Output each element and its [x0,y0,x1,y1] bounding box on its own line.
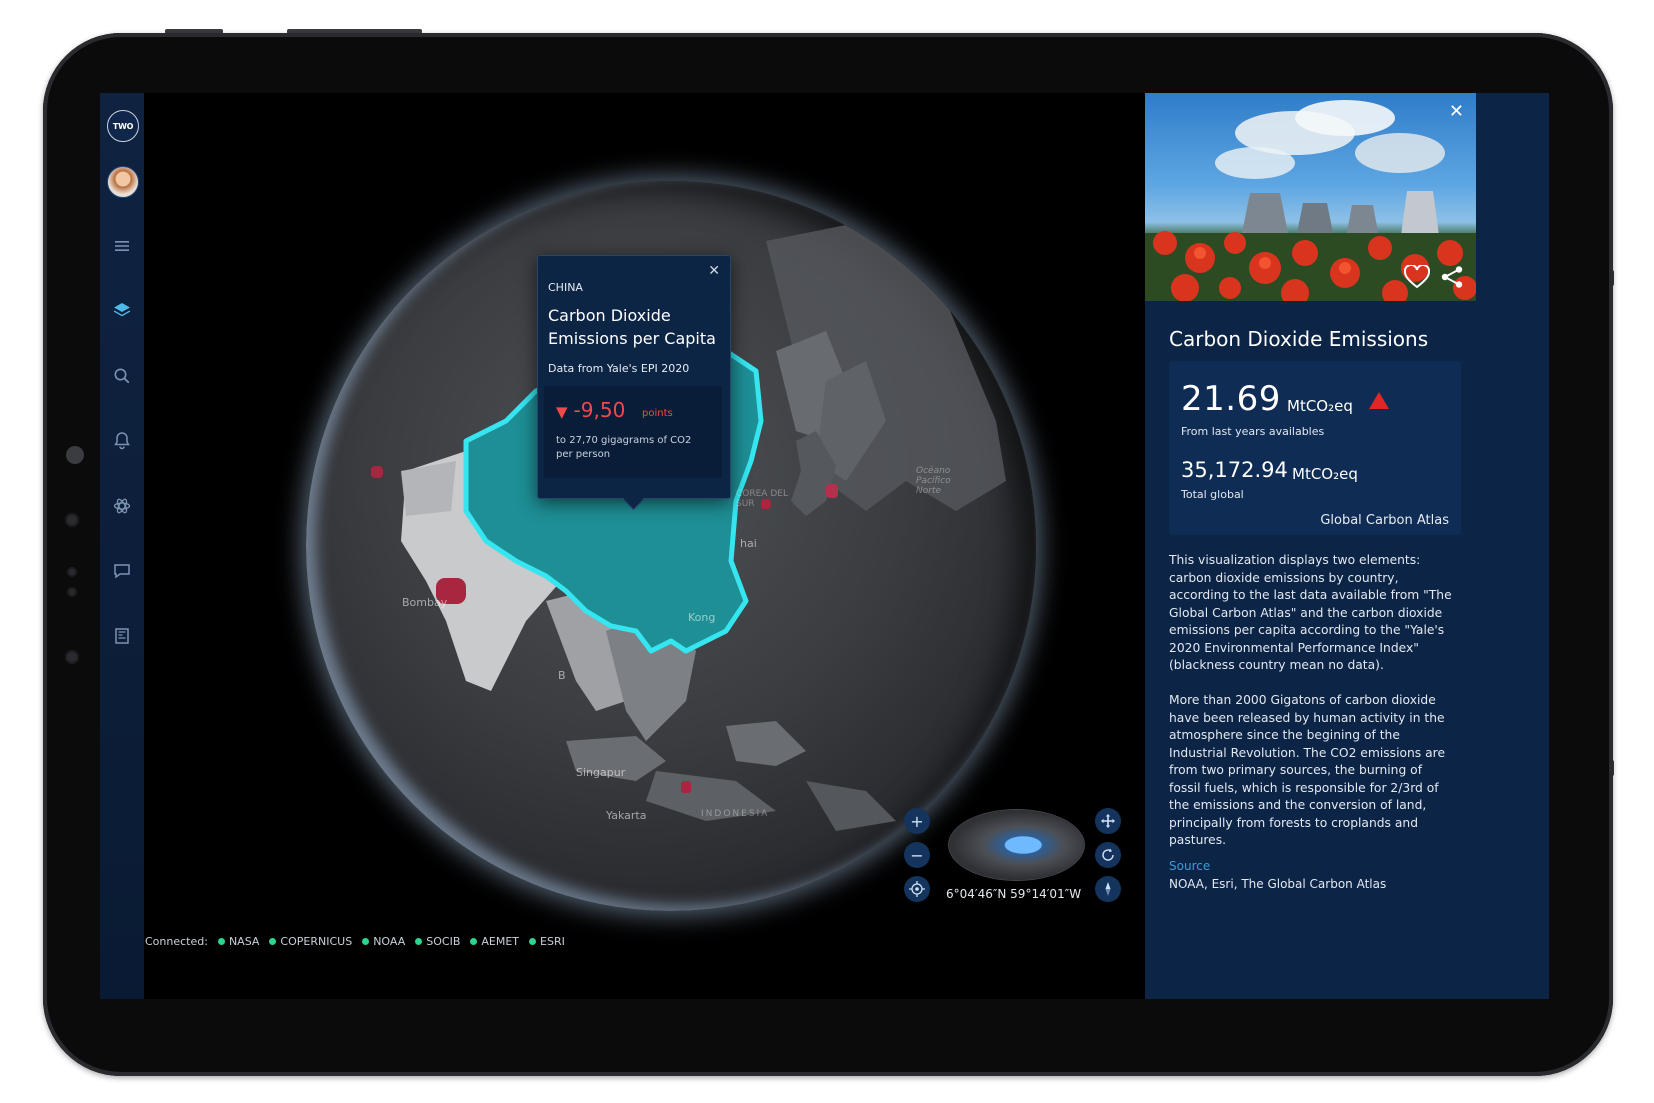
place-label: Yakarta [606,809,647,822]
main-unit: MtCO₂eq [1287,397,1353,415]
source-item: NOAA [362,935,405,948]
notifications-button[interactable] [107,425,137,455]
popup-title: Carbon Dioxide Emissions per Capita [548,306,716,348]
popup-country: CHINA [548,281,583,294]
source-item: ESRI [529,935,565,948]
total-value: 35,172.94 [1181,458,1288,482]
chat-button[interactable] [107,556,137,586]
atom-icon [113,498,131,514]
source-name: COPERNICUS [280,935,353,948]
search-icon [114,368,130,384]
increase-triangle-icon [1369,392,1389,409]
connected-sources: Connected: NASA COPERNICUS NOAA SOCIB AE… [145,935,565,948]
status-dot [470,938,478,945]
chat-icon [114,564,130,579]
source-name: SOCIB [426,935,461,948]
source-name: NOAA [373,935,406,948]
zoom-in-button[interactable]: + [904,808,930,834]
tablet-frame: TWO Bombay B Kong hai COREA DEL SUR Sing… [43,33,1613,1076]
status-dot [529,938,537,945]
nav-rail: TWO [100,93,144,999]
place-label: Singapur [576,766,626,779]
layers-icon [113,303,131,317]
search-button[interactable] [107,361,137,391]
popup-source: Data from Yale's EPI 2020 [548,362,690,375]
place-label: Bombay [402,596,448,609]
down-arrow-icon: ▼ [556,403,568,421]
logo-text: TWO [112,121,134,131]
stats-source: Global Carbon Atlas [1320,513,1449,528]
place-label: COREA DEL SUR [736,489,788,509]
source-name: ESRI [540,935,565,948]
main-value-label: From last years availables [1181,425,1325,438]
status-dot [362,938,370,945]
coordinates-readout: 6°04′46″N 59°14′01″W [946,887,1082,901]
avatar[interactable] [107,166,139,198]
popup-delta-value: -9,50 [573,398,626,422]
info-panel-content: ✕ Carbon Dioxide Emissions 21.69 MtCO₂eq… [1145,93,1476,999]
place-label: Kong [688,611,716,624]
rotate-button[interactable] [1095,842,1121,868]
menu-icon [115,241,129,251]
description-paragraph: This visualization displays two elements… [1169,553,1452,672]
menu-button[interactable] [107,231,137,261]
source-item: SOCIB [415,935,460,948]
close-icon[interactable]: ✕ [1449,101,1464,122]
source-name: NASA [228,935,260,948]
popup-delta-unit: points [642,408,673,419]
main-value: 21.69 [1181,379,1281,419]
share-icon[interactable] [1440,265,1464,289]
source-item: NASA [217,935,260,948]
bell-icon [114,432,130,450]
description-paragraph: More than 2000 Gigatons of carbon dioxid… [1169,693,1446,847]
cover-photo: ✕ [1145,93,1476,301]
news-button[interactable] [107,621,137,651]
panel-title: Carbon Dioxide Emissions [1169,327,1429,351]
map-view[interactable]: Bombay B Kong hai COREA DEL SUR Singapur… [144,93,1145,999]
locate-icon [909,881,925,897]
layers-button[interactable] [107,295,137,325]
country-popup: ✕ CHINA Carbon Dioxide Emissions per Cap… [537,255,731,499]
place-label: Océano Pacífico Norte [916,466,951,496]
source-item: COPERNICUS [269,935,352,948]
sensor [65,513,79,527]
popup-description: to 27,70 gigagrams of CO2 per person [556,435,692,460]
total-unit: MtCO₂eq [1292,465,1358,483]
close-icon[interactable]: ✕ [708,264,720,278]
total-value-label: Total global [1181,488,1244,501]
pan-button[interactable] [1095,808,1121,834]
rotate-icon [1102,848,1114,861]
compass-button[interactable] [1095,876,1121,902]
science-button[interactable] [107,491,137,521]
sensor [65,650,79,664]
place-label: INDONESIA [701,809,770,819]
source-name: AEMET [481,935,520,948]
popup-stat-box: ▼ -9,50 points to 27,70 gigagrams of CO2 … [544,386,722,478]
info-panel: ✕ Carbon Dioxide Emissions 21.69 MtCO₂eq… [1145,93,1549,999]
sensor [67,587,77,597]
connected-label: Connected: [145,935,208,948]
camera [66,446,84,464]
place-label: hai [740,537,757,550]
status-dot [415,938,423,945]
two-logo[interactable]: TWO [107,110,139,142]
place-label: B [558,669,566,682]
popup-delta: ▼ -9,50 [556,398,625,422]
status-dot [269,938,277,945]
compass-icon [1105,882,1111,896]
app-screen: TWO Bombay B Kong hai COREA DEL SUR Sing… [100,93,1549,999]
source-item: AEMET [470,935,519,948]
zoom-out-button[interactable]: − [904,842,930,868]
locate-button[interactable] [904,876,930,902]
move-icon [1101,814,1115,828]
source-value: NOAA, Esri, The Global Carbon Atlas [1169,877,1387,891]
status-dot [217,938,225,945]
stats-card: 21.69 MtCO₂eq From last years availables… [1169,361,1461,535]
source-label[interactable]: Source [1169,859,1210,873]
sensor [67,567,77,577]
minimap[interactable] [949,810,1084,880]
news-icon [115,628,129,644]
heart-icon[interactable] [1404,265,1430,289]
